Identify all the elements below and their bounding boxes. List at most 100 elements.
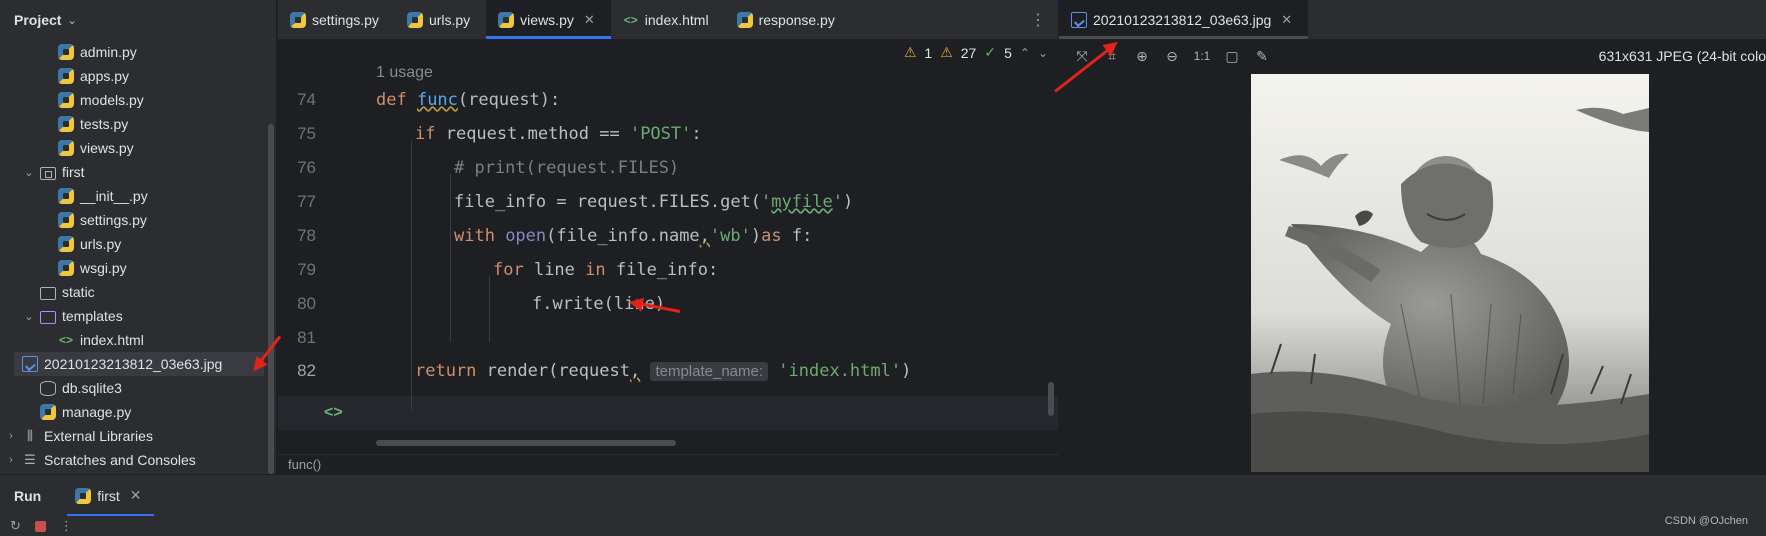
code-line-74: def func(request): [376,90,561,110]
editor-tab[interactable]: views.py ✕ [486,0,611,39]
horizontal-scrollbar[interactable] [376,440,676,446]
tree-item-label: db.sqlite3 [62,380,122,396]
chevron-down-icon[interactable]: ⌄ [22,166,36,179]
line-number: 75 [297,124,316,143]
actual-size-button[interactable]: 1:1 [1193,47,1211,65]
editor-tabs: settings.py urls.py views.py ✕ <> index.html r… [278,0,851,39]
code-editor[interactable]: 74 75 76 77 78 79 80 81 82 <> ⚠ 1 ⚠ 27 ✓ 5 ⌃ ⌄ 1… [278,40,1058,454]
editor-tab[interactable]: settings.py [278,0,395,39]
tree-item[interactable]: tests.py [0,112,270,136]
run-toolbar: ↻ ⋮ [0,516,1766,536]
line-number: 78 [297,226,316,245]
line-number-gutter: 74 75 76 77 78 79 80 81 82 [278,40,376,454]
editor-tab-bar: settings.py urls.py views.py ✕ <> index.html r… [278,0,1058,40]
vertical-scrollbar[interactable] [1048,382,1054,416]
close-icon[interactable]: ✕ [130,487,142,504]
indent-guide [489,276,490,342]
code-line-76: # print(request.FILES) [454,158,680,178]
tree-item[interactable]: apps.py [0,64,270,88]
tree-item[interactable]: › ☰ Scratches and Consoles [0,448,270,472]
tree-item[interactable]: views.py [0,136,270,160]
tree-item-label: tests.py [80,116,129,132]
tree-item[interactable]: urls.py [0,232,270,256]
ok-count: 5 [1004,44,1012,61]
tree-item[interactable]: manage.py [0,400,270,424]
editor-tab[interactable]: <> index.html [611,0,725,39]
inspections-widget[interactable]: ⚠ 1 ⚠ 27 ✓ 5 ⌃ ⌄ [904,44,1048,61]
tree-item[interactable]: <> index.html [0,328,270,352]
image-preview [1251,74,1649,472]
run-config-tab[interactable]: first ✕ [67,475,154,517]
more-options-icon[interactable]: ⋮ [60,518,73,534]
usages-hint[interactable]: 1 usage [376,64,433,82]
tree-item[interactable]: › ⫼ External Libraries [0,424,270,448]
code-line-82: return render(request, template_name: 'i… [415,361,912,381]
zoom-in-icon[interactable]: ⊕ [1133,47,1151,65]
python-file-icon [58,212,74,228]
parameter-hint: template_name: [650,362,769,381]
chevron-down-icon[interactable]: ⌄ [1038,46,1048,60]
chevron-down-icon[interactable]: ⌄ [67,14,76,27]
tree-item[interactable]: __init__.py [0,184,270,208]
project-title: Project [14,12,62,28]
tree-item[interactable]: static [0,280,270,304]
html-file-icon: <> [623,12,638,27]
line-number: 80 [297,294,316,313]
more-options-icon[interactable]: ⋮ [1030,10,1046,30]
chevron-right-icon[interactable]: › [4,454,18,466]
run-title: Run [14,487,42,504]
tree-item-label: manage.py [62,404,132,420]
project-panel-header[interactable]: Project ⌄ [0,0,276,40]
scarecrow-illustration [1251,74,1649,472]
project-scrollbar[interactable] [268,124,274,474]
close-icon[interactable]: ✕ [1281,12,1292,28]
tree-item[interactable]: ⌄ templates [0,304,270,328]
tree-item[interactable]: 20210123213812_03e63.jpg [14,352,264,376]
python-file-icon [58,116,74,132]
editor-tab[interactable]: urls.py [395,0,486,39]
tree-item-label: settings.py [80,212,147,228]
tree-item[interactable]: models.py [0,88,270,112]
tree-item-label: Scratches and Consoles [44,452,196,468]
image-viewer: ⤧ ⌗ ⊕ ⊖ 1:1 ▢ ✎ 631x631 JPEG (24-bit col… [1054,40,1766,474]
tree-item-label: index.html [80,332,144,348]
tree-item[interactable]: db.sqlite3 [0,376,270,400]
line-number: 81 [297,328,316,347]
tree-item-label: models.py [80,92,144,108]
run-tab-label: first [97,487,120,504]
tree-item-label: urls.py [80,236,122,252]
tab-image-file[interactable]: 20210123213812_03e63.jpg ✕ [1059,0,1309,39]
tab-label: views.py [520,11,574,28]
python-file-icon [290,11,306,28]
chevron-down-icon[interactable]: ⌄ [22,310,36,323]
zoom-out-icon[interactable]: ⊖ [1163,47,1181,65]
editor-tab[interactable]: response.py [725,0,851,39]
tree-item-label: 20210123213812_03e63.jpg [44,356,223,372]
tree-item[interactable]: settings.py [0,208,270,232]
tree-item-label: External Libraries [44,428,153,444]
library-icon: ⫼ [27,428,33,443]
color-picker-icon[interactable]: ✎ [1253,47,1271,65]
breadcrumb[interactable]: func() [278,454,1058,474]
background-toggle-icon[interactable]: ▢ [1223,47,1241,65]
code-line-79: for line in file_info: [493,260,719,280]
check-icon: ✓ [984,44,997,60]
error-warning-icon: ⚠ [903,44,917,60]
tree-item-label: static [62,284,95,300]
python-run-icon [75,487,92,504]
project-panel: Project ⌄ admin.py apps.py models.py tests.… [0,0,277,474]
chevron-right-icon[interactable]: › [4,430,18,442]
package-folder-icon [40,166,56,180]
weak-warning-icon: ⚠ [940,44,953,60]
tree-item[interactable]: admin.py [0,40,270,64]
rerun-icon[interactable]: ↻ [10,518,21,534]
chevron-up-icon[interactable]: ⌃ [1020,46,1030,60]
close-icon[interactable]: ✕ [584,12,595,28]
code-fold-icon[interactable]: <> [324,404,343,422]
tree-item[interactable]: ⌄ first [0,160,270,184]
tree-item[interactable]: wsgi.py [0,256,270,280]
line-number: 82 [297,361,316,380]
stop-icon[interactable] [34,520,46,532]
folder-icon [40,286,56,300]
watermark: CSDN @OJchen [1664,515,1748,527]
